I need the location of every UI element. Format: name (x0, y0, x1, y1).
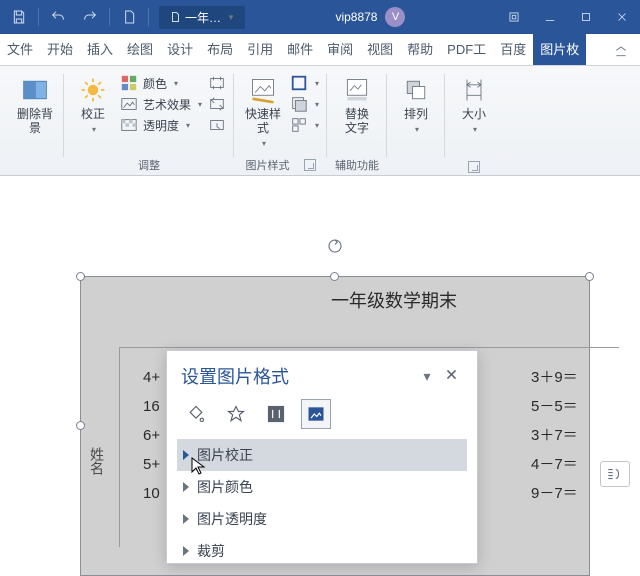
pane-tab-effects[interactable] (221, 399, 251, 429)
resize-handle[interactable] (330, 272, 339, 281)
arrange-button[interactable]: 排列▾ (395, 74, 437, 136)
pane-title: 设置图片格式 (181, 363, 415, 389)
expand-icon (183, 482, 189, 492)
username-label: vip8878 (335, 10, 377, 24)
resize-handle[interactable] (76, 421, 85, 430)
worksheet-title: 一年级数学期末 (331, 287, 457, 313)
ribbon-group-adjust: 校正▾ 颜色▾ 艺术效果▾ 透明度▾ (64, 70, 234, 175)
ribbon-options-button[interactable] (496, 0, 532, 34)
quick-styles-button[interactable]: 快速样式▾ (242, 74, 284, 149)
change-picture-button[interactable] (208, 95, 226, 113)
pane-item-color[interactable]: 图片颜色 (177, 471, 467, 503)
picture-effects-button[interactable]: ▾ (290, 95, 319, 113)
pane-category-tabs (167, 399, 477, 439)
tab-references[interactable]: 引用 (240, 32, 280, 65)
tab-file[interactable]: 文件 (0, 32, 40, 65)
math-left-column: 4+ 16 6+ 5+ 10 (143, 363, 160, 508)
picture-layout-button[interactable]: ▾ (290, 116, 319, 134)
cursor-icon (190, 456, 206, 481)
dialog-launcher-icon[interactable] (304, 159, 316, 171)
expand-icon (183, 546, 189, 556)
minimize-button[interactable] (532, 0, 568, 34)
new-doc-button[interactable] (114, 3, 144, 31)
ribbon-group-background: 删除背景 (6, 70, 64, 175)
chevron-down-icon: ▼ (227, 13, 235, 22)
artistic-effects-button[interactable]: 艺术效果▾ (120, 95, 202, 113)
ribbon-tabs: 文件 开始 插入 绘图 设计 布局 引用 邮件 审阅 视图 帮助 PDF工 百度… (0, 34, 640, 66)
user-avatar[interactable]: V (385, 7, 405, 27)
layout-options-button[interactable] (600, 461, 630, 487)
pane-item-transparency[interactable]: 图片透明度 (177, 503, 467, 535)
transparency-button[interactable]: 透明度▾ (120, 116, 202, 134)
alt-text-button[interactable]: 替换文字 (336, 74, 378, 136)
pane-tab-layout[interactable] (261, 399, 291, 429)
title-bar: 一年… ▼ vip8878 V (0, 0, 640, 34)
picture-border-button[interactable]: ▾ (290, 74, 319, 92)
quick-access-toolbar: 一年… ▼ (0, 3, 245, 31)
tab-picture-format[interactable]: 图片枚 (533, 32, 586, 65)
ribbon-group-size: 大小▾ (445, 70, 503, 175)
save-button[interactable] (4, 3, 34, 31)
resize-handle[interactable] (76, 272, 85, 281)
redo-button[interactable] (75, 3, 105, 31)
compress-pictures-button[interactable] (208, 74, 226, 92)
color-button[interactable]: 颜色▾ (120, 74, 202, 92)
close-button[interactable] (604, 0, 640, 34)
pane-section-list: 图片校正 图片颜色 图片透明度 裁剪 (167, 439, 477, 567)
tab-mailings[interactable]: 邮件 (280, 32, 320, 65)
remove-background-button[interactable]: 删除背景 (14, 74, 56, 136)
resize-handle[interactable] (585, 272, 594, 281)
math-right-column: 3＋9＝ 5－5＝ 3＋7＝ 4－7＝ 9－7＝ (531, 363, 578, 508)
tab-draw[interactable]: 绘图 (120, 32, 160, 65)
dialog-launcher-icon[interactable] (468, 161, 480, 173)
tab-baidu[interactable]: 百度 (493, 32, 533, 65)
undo-button[interactable] (43, 3, 73, 31)
tab-help[interactable]: 帮助 (400, 32, 440, 65)
expand-icon (183, 514, 189, 524)
pane-tab-picture[interactable] (301, 399, 331, 429)
document-tab[interactable]: 一年… ▼ (159, 6, 245, 29)
expand-icon (183, 450, 189, 460)
pane-tab-fill[interactable] (181, 399, 211, 429)
ribbon-group-accessibility: 替换文字 辅助功能 (327, 70, 387, 175)
tab-home[interactable]: 开始 (40, 32, 80, 65)
pane-item-corrections[interactable]: 图片校正 (177, 439, 467, 471)
pane-item-crop[interactable]: 裁剪 (177, 535, 467, 567)
pane-close-button[interactable] (439, 368, 463, 384)
ribbon-group-arrange: 排列▾ (387, 70, 445, 175)
tab-layout[interactable]: 布局 (200, 32, 240, 65)
reset-picture-button[interactable] (208, 116, 226, 134)
ribbon: 删除背景 校正▾ 颜色▾ 艺术效果▾ 透明度▾ (0, 66, 640, 176)
maximize-button[interactable] (568, 0, 604, 34)
tab-design[interactable]: 设计 (160, 32, 200, 65)
side-label: 姓名 (87, 447, 107, 475)
tab-pdf[interactable]: PDF工 (440, 32, 493, 65)
rotation-handle[interactable] (326, 237, 344, 255)
format-picture-pane: 设置图片格式 ▾ 图片校正 图片颜色 图片透明度 裁剪 (166, 350, 478, 564)
tab-insert[interactable]: 插入 (80, 32, 120, 65)
document-name: 一年… (185, 9, 221, 26)
ribbon-group-picture-styles: 快速样式▾ ▾ ▾ ▾ 图片样式 (234, 70, 327, 175)
corrections-button[interactable]: 校正▾ (72, 74, 114, 136)
tab-view[interactable]: 视图 (360, 32, 400, 65)
tab-review[interactable]: 审阅 (320, 32, 360, 65)
collapse-ribbon-button[interactable] (606, 37, 636, 65)
size-button[interactable]: 大小▾ (453, 74, 495, 136)
pane-options-button[interactable]: ▾ (415, 368, 439, 385)
